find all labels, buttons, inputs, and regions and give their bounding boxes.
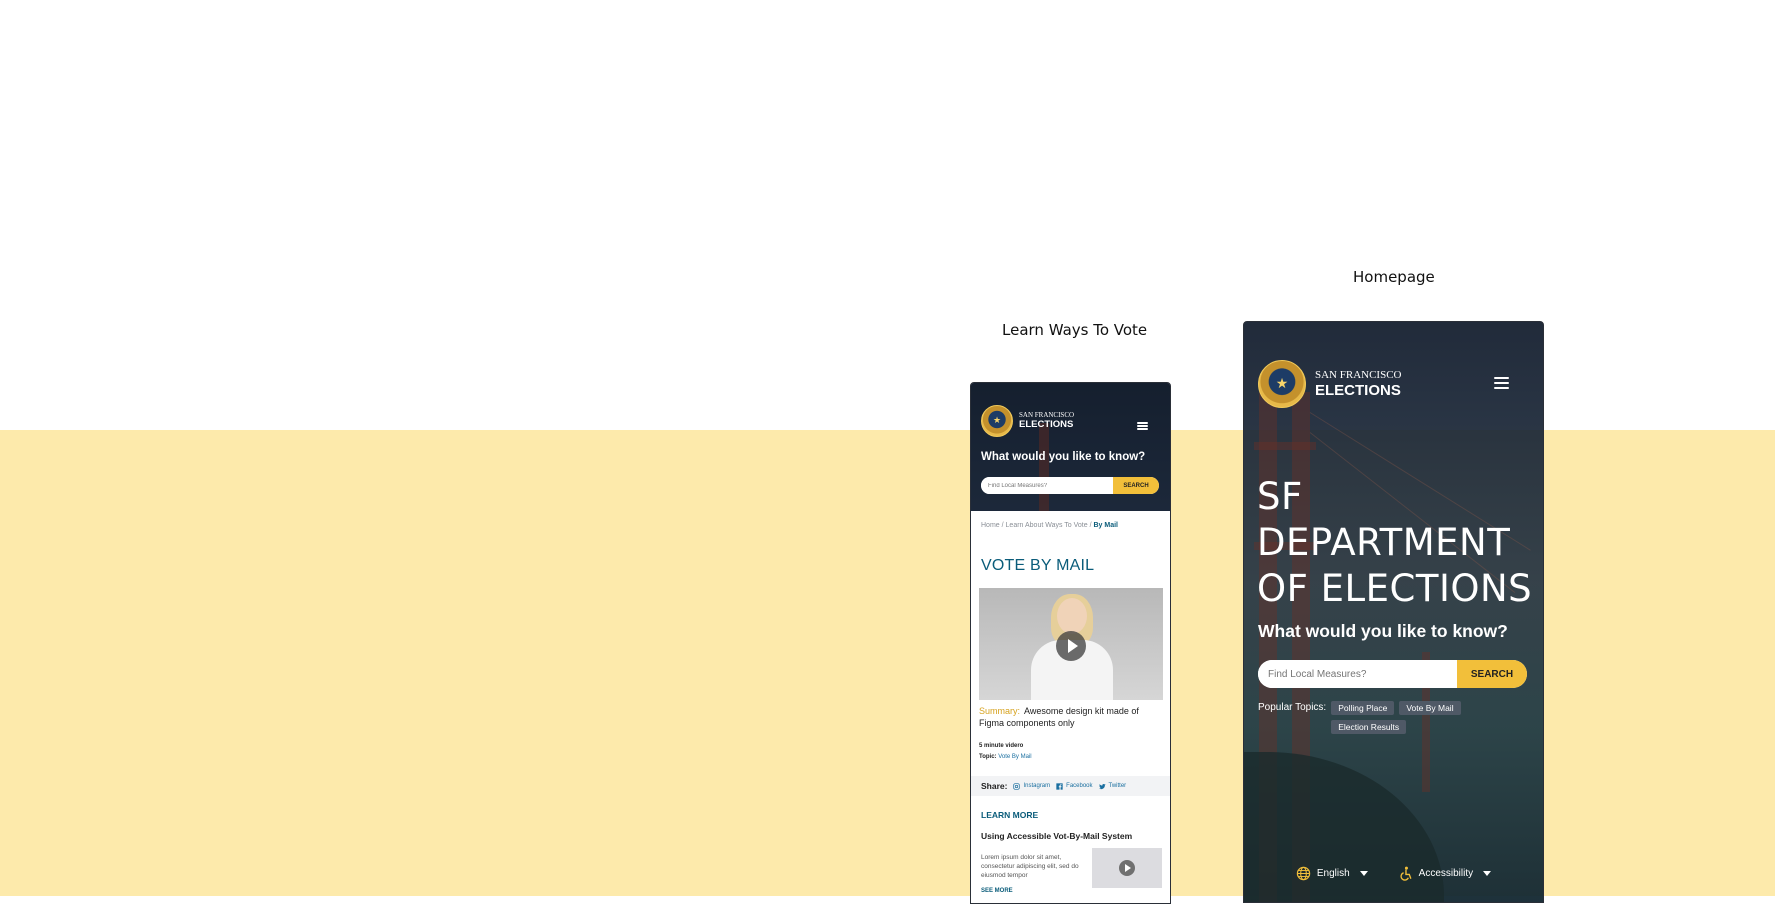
share-twitter-label: Twitter [1108,783,1127,789]
share-facebook[interactable]: Facebook [1056,782,1093,790]
menu-bar [1494,382,1509,384]
share-facebook-label: Facebook [1066,783,1093,789]
language-selector[interactable]: English [1296,866,1368,881]
search-prompt: What would you like to know? [981,451,1146,463]
play-icon[interactable] [1119,860,1135,876]
video-thumbnail [1057,598,1087,634]
logo-wordmark: SAN FRANCISCO ELECTIONS [1019,412,1074,430]
article-title[interactable]: Using Accessible Vot-By-Mail System [981,831,1132,841]
play-icon[interactable] [1056,631,1086,661]
menu-bar [1137,425,1148,427]
share-twitter[interactable]: Twitter [1098,783,1127,790]
search-button[interactable]: SEARCH [1457,660,1527,688]
video-length: 5 minute videro [979,743,1024,749]
search-input[interactable] [1258,660,1457,688]
chevron-down-icon [1483,871,1492,876]
instagram-icon [1013,782,1021,790]
topic-chip-vote-by-mail[interactable]: Vote By Mail [1399,701,1461,715]
popular-topics-label: Popular Topics: [1258,702,1327,713]
share-instagram[interactable]: Instagram [1013,782,1051,790]
article-video-thumbnail[interactable] [1092,848,1162,888]
search-prompt: What would you like to know? [1258,621,1508,641]
share-label: Share: [981,781,1008,791]
hamburger-icon[interactable] [1494,377,1509,389]
breadcrumb-current: By Mail [1093,522,1119,529]
menu-bar [1137,428,1148,430]
hamburger-icon[interactable] [1137,422,1148,430]
city-seal-icon: ★ [1258,360,1306,408]
search-input[interactable] [981,477,1113,494]
topic-chip-election-results[interactable]: Election Results [1331,720,1407,734]
breadcrumb-learn[interactable]: Learn About Ways To Vote [1006,522,1088,529]
logo-top-text: SAN FRANCISCO [1315,369,1402,381]
hero-title-line: DEPARTMENT [1257,521,1511,564]
globe-icon [1296,866,1311,881]
site-logo[interactable]: ★ SAN FRANCISCO ELECTIONS [981,405,1074,437]
see-more-link[interactable]: SEE MORE [981,888,1013,894]
menu-bar [1137,422,1148,424]
breadcrumb: Home / Learn About Ways To Vote / By Mai… [981,522,1118,529]
twitter-icon [1098,783,1106,789]
city-seal-icon: ★ [981,405,1013,437]
article-excerpt: Lorem ipsum dolor sit amet, consectetur … [981,854,1079,880]
language-label: English [1316,868,1350,879]
hero-title-line: OF ELECTIONS [1257,567,1533,610]
share-instagram-label: Instagram [1023,783,1051,789]
wheelchair-icon [1400,866,1412,881]
homepage-frame: ★ SAN FRANCISCO ELECTIONS SF DEPARTMENT … [1243,321,1544,903]
header: ★ SAN FRANCISCO ELECTIONS What would you… [971,383,1170,511]
topic-chips: Polling Place Vote By Mail Election Resu… [1331,701,1491,734]
frame-label-homepage: Homepage [1353,268,1435,286]
search-bar: SEARCH [1258,660,1527,688]
chevron-down-icon [1359,871,1368,876]
logo-bottom-text: ELECTIONS [1315,382,1401,399]
topic-link[interactable]: Vote By Mail [998,754,1031,760]
video-player[interactable] [979,588,1163,700]
summary-label: Summary: [979,706,1021,716]
topic-chip-polling-place[interactable]: Polling Place [1331,701,1395,715]
menu-bar [1494,377,1509,379]
accessibility-label: Accessibility [1418,868,1474,879]
bridge-background [1254,442,1316,450]
accessibility-selector[interactable]: Accessibility [1398,866,1492,881]
logo-top-text: SAN FRANCISCO [1019,411,1075,420]
frame-label-learn: Learn Ways To Vote [1002,321,1148,339]
hero-title: SF DEPARTMENT OF ELECTIONS [1257,474,1532,612]
popular-topics: Popular Topics: Polling Place Vote By Ma… [1258,701,1518,734]
page-title: VOTE BY MAIL [981,557,1095,574]
topic-label: Topic: [979,754,997,760]
footer-bar: English Accessibility [1244,866,1543,881]
facebook-icon [1056,782,1063,790]
breadcrumb-home[interactable]: Home [981,522,1000,529]
learn-ways-to-vote-frame: ★ SAN FRANCISCO ELECTIONS What would you… [970,382,1171,904]
logo-wordmark: SAN FRANCISCO ELECTIONS [1315,369,1402,399]
hero-title-line: SF [1257,475,1303,518]
video-summary: Summary: Awesome design kit made of Figma… [979,706,1159,729]
menu-bar [1494,387,1509,389]
search-button[interactable]: SEARCH [1113,477,1159,494]
learn-more-heading: LEARN MORE [981,810,1039,820]
share-bar: Share: Instagram Facebook Twitter [971,776,1170,796]
logo-bottom-text: ELECTIONS [1019,419,1074,431]
search-bar: SEARCH [981,477,1159,494]
video-topic: Topic: Vote By Mail [979,754,1032,760]
site-logo[interactable]: ★ SAN FRANCISCO ELECTIONS [1258,360,1402,408]
